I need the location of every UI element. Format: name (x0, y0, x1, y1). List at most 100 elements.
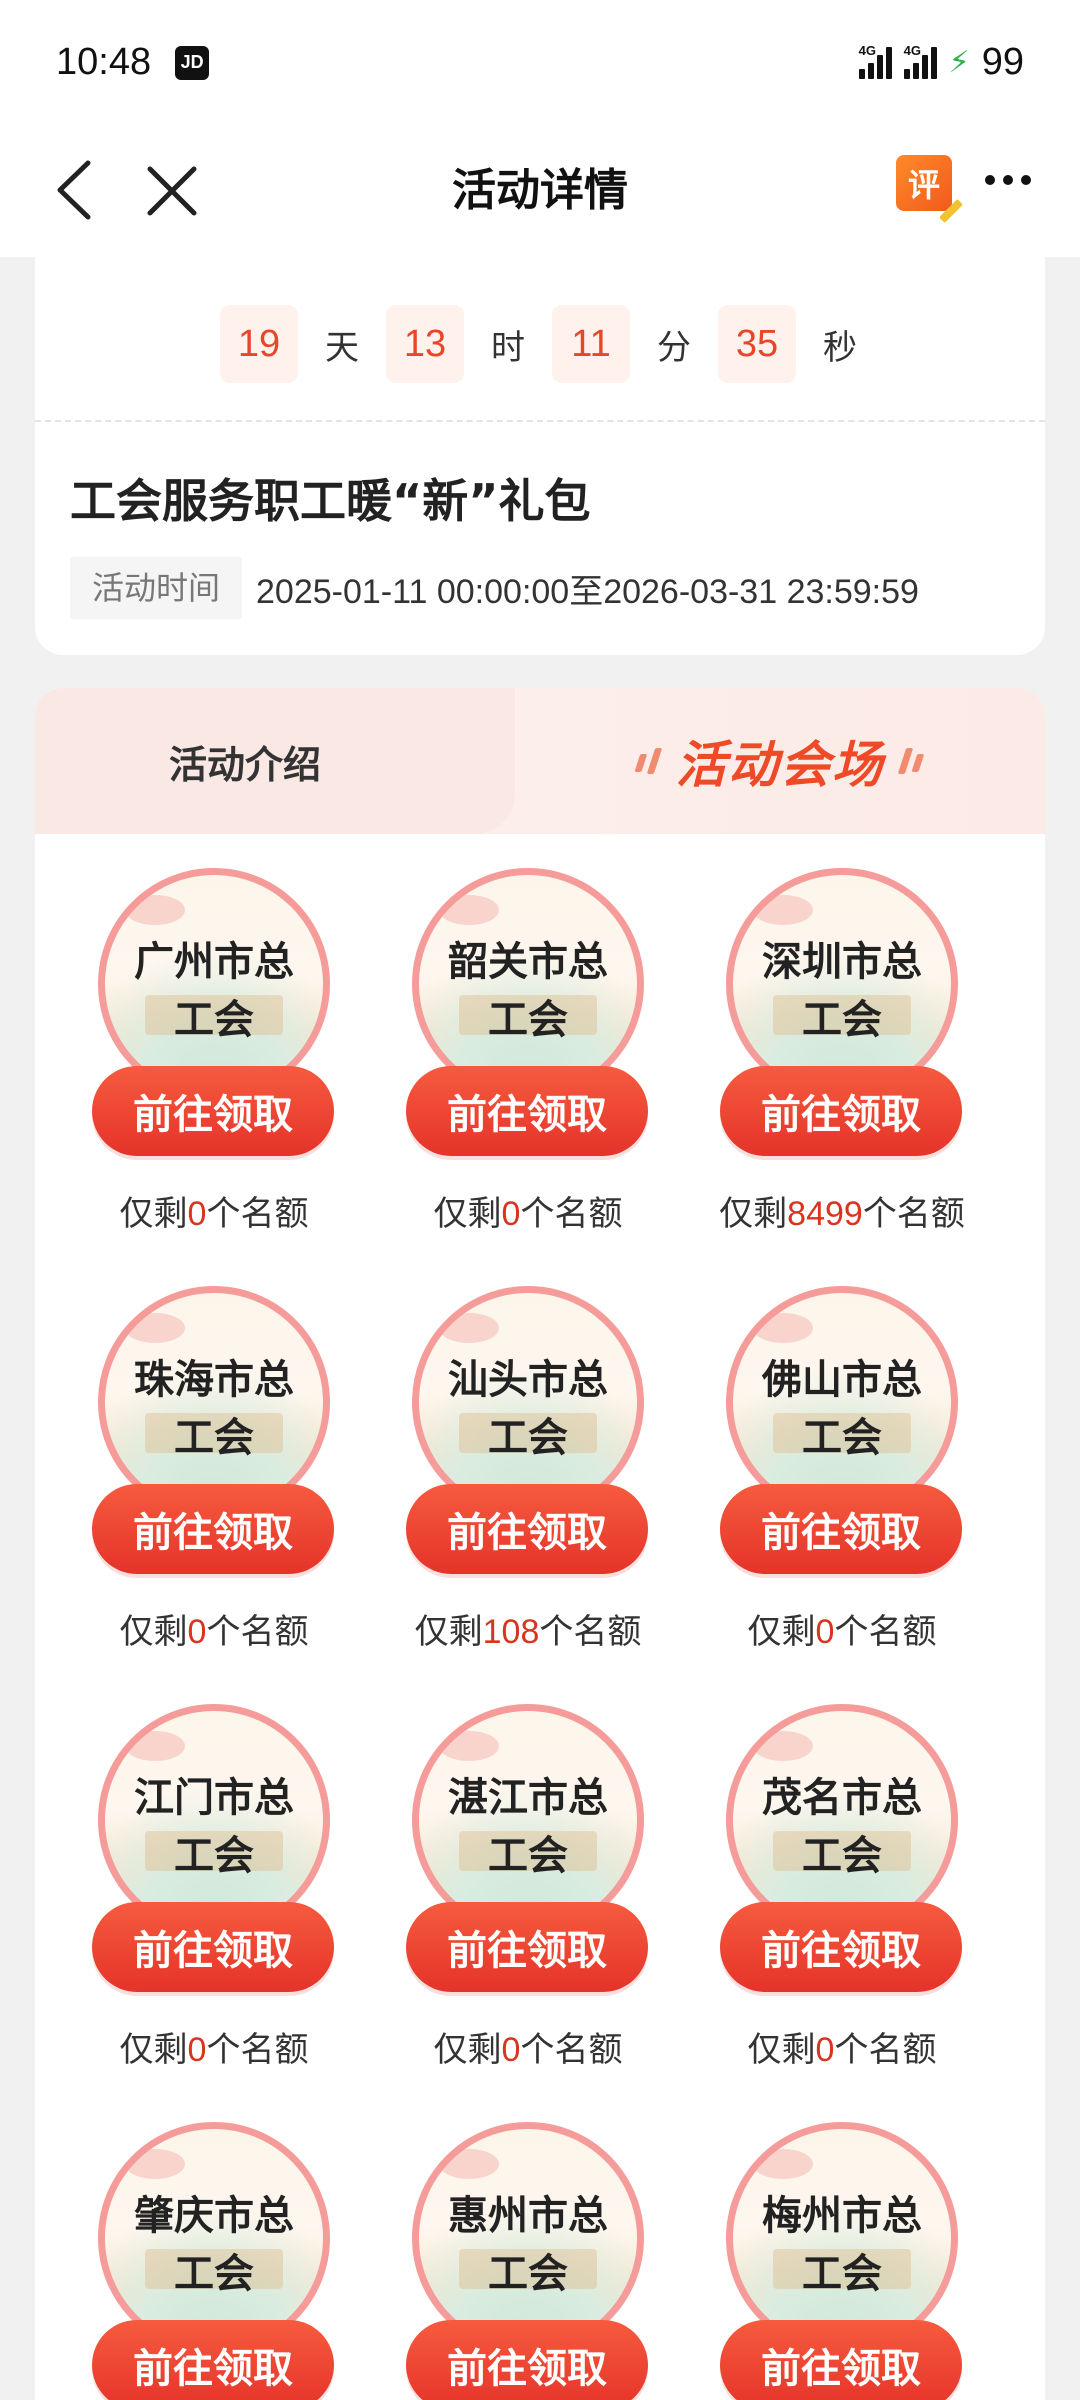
venue-item: 佛山市总工会前往领取仅剩0个名额 (685, 1286, 985, 1666)
venue-item: 韶关市总工会前往领取仅剩0个名额 (371, 868, 671, 1248)
venue-name-line1: 湛江市总 (448, 1775, 608, 1821)
review-icon[interactable]: 评 (896, 155, 952, 211)
venue-item: 茂名市总 工会 前往领取 仅剩0个名额 (685, 1704, 985, 2084)
quota-suffix: 个名额 (206, 2030, 309, 2070)
quota-suffix: 个名额 (206, 1612, 309, 1652)
venue-name-line2: 工会 (802, 2251, 882, 2297)
quota-prefix: 仅剩 (719, 1194, 788, 1234)
dashed-divider (35, 420, 1045, 422)
claim-button[interactable]: 前往领取 (92, 1484, 334, 1574)
signal-icon-2: 4G (903, 43, 937, 79)
quota-count: 108 (482, 1613, 540, 1651)
claim-button[interactable]: 前往领取 (406, 2320, 648, 2400)
quota-suffix: 个名额 (834, 2030, 937, 2070)
venue-name: 深圳市总 工会 (733, 933, 951, 1049)
countdown-seconds: 35 (718, 305, 796, 383)
more-icon[interactable] (985, 175, 1031, 185)
venue-name-line1: 梅州市总 (762, 2193, 922, 2239)
activity-time-label: 活动时间 (70, 557, 243, 619)
venue-name: 珠海市总 工会 (105, 1351, 323, 1467)
back-icon[interactable] (48, 155, 108, 225)
venue-name-line1: 江门市总 (134, 1775, 294, 1821)
venue-name: 惠州市总 工会 (419, 2187, 637, 2303)
venue-name-line1: 珠海市总 (134, 1357, 294, 1403)
remaining-quota: 仅剩0个名额 (371, 1186, 685, 1235)
tab-decoration-left (634, 748, 663, 774)
claim-button[interactable]: 前往领取 (92, 1902, 334, 1992)
venue-item: 珠海市总 工会 前往领取 仅剩0个名额 (57, 1286, 357, 1666)
venue-name-line1: 茂名市总 (762, 1775, 922, 1821)
venue-item: 汕头市总 工会 前往领取 仅剩108个名额 (371, 1286, 671, 1666)
venue-name: 佛山市总 工会 (733, 1351, 951, 1467)
venue-name-line2: 工会 (174, 2251, 254, 2297)
claim-button[interactable]: 前往领取 (92, 2320, 334, 2400)
tab-activity-venue[interactable]: 活动会场 (515, 688, 1045, 834)
remaining-quota: 仅剩108个名额 (371, 1604, 685, 1653)
claim-button[interactable]: 前往领取 (720, 1902, 962, 1992)
quota-prefix: 仅剩 (433, 1194, 502, 1234)
venue-name: 湛江市总 工会 (419, 1769, 637, 1885)
claim-button[interactable]: 前往领取 (406, 1902, 648, 1992)
venue-name-line2: 工会 (802, 997, 882, 1043)
remaining-quota: 仅剩0个名额 (371, 2022, 685, 2071)
venue-name-line1: 广州市总 (134, 939, 294, 985)
venue-name: 肇庆市总 工会 (105, 2187, 323, 2303)
countdown-hours-unit: 时 (491, 327, 525, 368)
nav-bar: 活动详情 评 (0, 125, 1080, 257)
venue-item: 惠州市总工会前往领取 (371, 2122, 671, 2400)
quota-prefix: 仅剩 (433, 2030, 502, 2070)
signal-tag-2: 4G (903, 42, 921, 58)
venue-name: 汕头市总 工会 (419, 1351, 637, 1467)
venue-name-line2: 工会 (174, 1833, 254, 1879)
venue-name: 茂名市总 工会 (733, 1769, 951, 1885)
venue-name-line2: 工会 (488, 1833, 568, 1879)
close-icon[interactable] (140, 159, 204, 223)
countdown-days: 19 (220, 305, 298, 383)
quota-suffix: 个名额 (834, 1612, 937, 1652)
venue-name-line2: 工会 (174, 997, 254, 1043)
claim-button[interactable]: 前往领取 (406, 1066, 648, 1156)
quota-suffix: 个名额 (520, 2030, 623, 2070)
activity-time-value: 2025-01-11 00:00:00至2026-03-31 23:59:59 (256, 572, 919, 611)
venue-name-line2: 工会 (802, 1833, 882, 1879)
venue-name: 韶关市总 工会 (419, 933, 637, 1049)
venue-name-line1: 佛山市总 (762, 1357, 922, 1403)
charging-icon: ⚡ (948, 45, 970, 80)
remaining-quota: 仅剩0个名额 (57, 2022, 371, 2071)
quota-count: 0 (187, 2031, 207, 2069)
quota-count: 0 (815, 1613, 835, 1651)
claim-button[interactable]: 前往领取 (720, 2320, 962, 2400)
venue-name-line1: 深圳市总 (762, 939, 922, 985)
venue-name-line2: 工会 (488, 2251, 568, 2297)
venue-item: 广州市总 工会 前往领取 仅剩0个名额 (57, 868, 357, 1248)
venue-name-line2: 工会 (488, 1415, 568, 1461)
tab-bar: 活动介绍 活动会场 (35, 688, 1045, 834)
claim-button[interactable]: 前往领取 (406, 1484, 648, 1574)
quota-prefix: 仅剩 (747, 1612, 816, 1652)
remaining-quota: 仅剩8499个名额 (685, 1186, 999, 1235)
quota-suffix: 个名额 (539, 1612, 642, 1652)
status-bar-right: 4G 4G ⚡ 99 (858, 41, 1024, 84)
countdown-hours: 13 (386, 305, 464, 383)
venue-name-line1: 韶关市总 (448, 939, 608, 985)
claim-button[interactable]: 前往领取 (92, 1066, 334, 1156)
quota-suffix: 个名额 (520, 1194, 623, 1234)
venue-name-line2: 工会 (488, 997, 568, 1043)
venue-name-line2: 工会 (174, 1415, 254, 1461)
activity-title: 工会服务职工暖“新”礼包 (70, 474, 591, 528)
quota-count: 0 (501, 1195, 521, 1233)
claim-button[interactable]: 前往领取 (720, 1484, 962, 1574)
jd-app-icon: JD (175, 45, 210, 80)
quota-count: 0 (501, 2031, 521, 2069)
venue-name-line1: 惠州市总 (448, 2193, 608, 2239)
battery-level: 99 (981, 41, 1024, 83)
tab-activity-intro[interactable]: 活动介绍 (35, 688, 515, 834)
venue-name: 江门市总 工会 (105, 1769, 323, 1885)
countdown-minutes-unit: 分 (657, 327, 691, 368)
venue-name-line1: 肇庆市总 (134, 2193, 294, 2239)
venue-name-line2: 工会 (802, 1415, 882, 1461)
quota-prefix: 仅剩 (119, 1194, 188, 1234)
claim-button[interactable]: 前往领取 (720, 1066, 962, 1156)
status-bar: 10:48 JD 4G 4G ⚡ 99 (0, 0, 1080, 125)
countdown-timer: 19 天 13 时 11 分 35 秒 (35, 305, 1045, 383)
